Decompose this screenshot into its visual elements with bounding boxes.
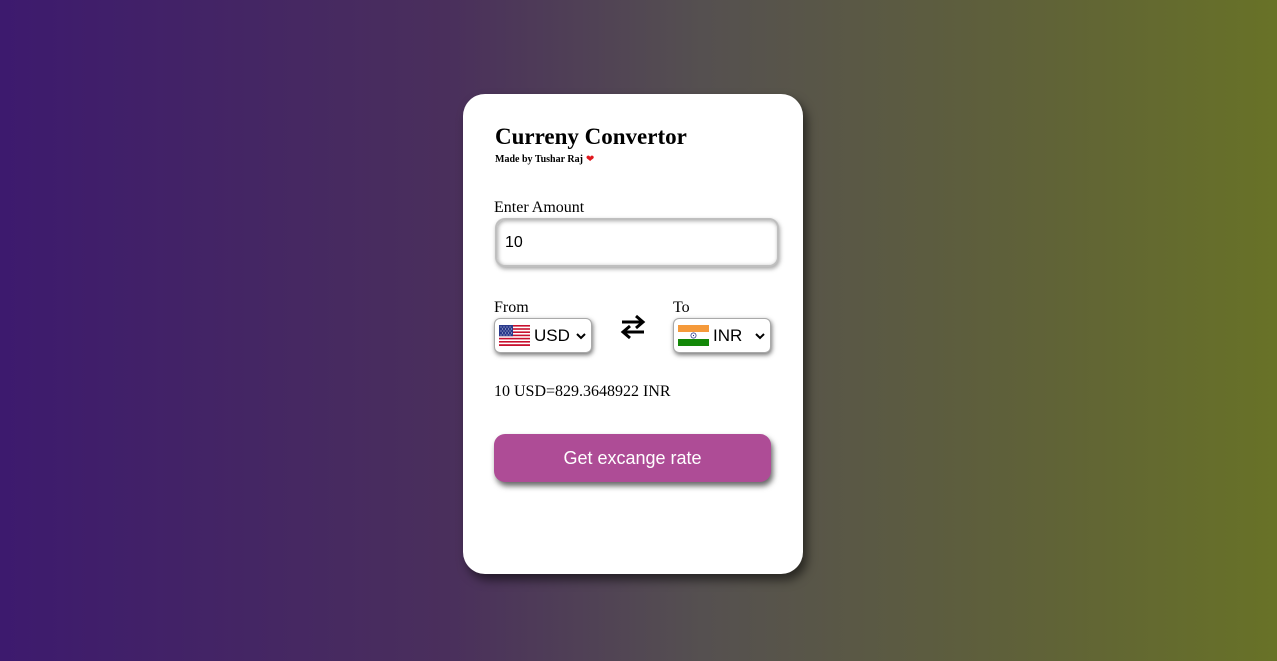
swap-arrows-icon[interactable] xyxy=(618,312,648,342)
exchange-result: 10 USD=829.3648922 INR xyxy=(494,383,671,400)
to-label: To xyxy=(673,299,690,316)
heart-icon: ❤ xyxy=(585,154,595,165)
from-label: From xyxy=(494,299,529,316)
from-currency-code: USD xyxy=(534,326,570,345)
converter-card: Curreny Convertor Made by Tushar Raj ❤ En… xyxy=(463,94,803,574)
app-subtitle: Made by Tushar Raj ❤ xyxy=(495,154,594,165)
get-exchange-rate-button[interactable]: Get excange rate xyxy=(494,434,771,482)
india-flag-icon xyxy=(678,325,709,346)
chevron-down-icon xyxy=(576,333,586,340)
to-currency-select[interactable]: INR xyxy=(673,318,771,353)
us-flag-icon xyxy=(499,325,530,346)
amount-label: Enter Amount xyxy=(494,199,585,216)
amount-input[interactable] xyxy=(495,218,779,267)
app-title: Curreny Convertor xyxy=(495,124,687,149)
chevron-down-icon xyxy=(755,333,765,340)
author-text: Made by Tushar Raj xyxy=(495,154,583,165)
to-currency-code: INR xyxy=(713,326,743,345)
from-currency-select[interactable]: USD xyxy=(494,318,592,353)
